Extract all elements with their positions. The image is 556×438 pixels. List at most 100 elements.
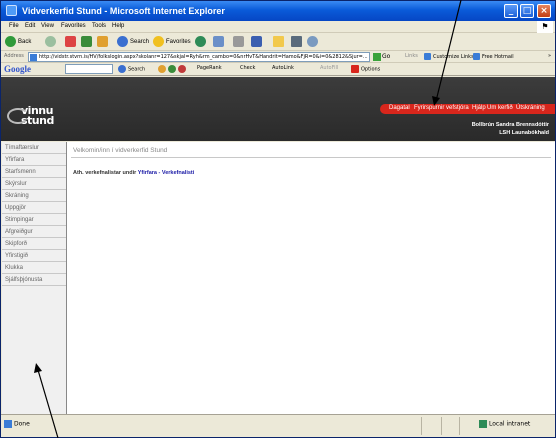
- refresh-icon: [81, 36, 92, 47]
- heading-divider: [71, 157, 551, 158]
- block-icon: [178, 65, 186, 73]
- edit-button[interactable]: [251, 36, 264, 49]
- mail-button[interactable]: [213, 36, 226, 49]
- sidebar-item-clock[interactable]: Klukka: [2, 262, 66, 274]
- page-icon: [30, 54, 37, 61]
- sidebar-item-self-service[interactable]: Sjálfsþjónusta: [2, 274, 66, 286]
- home-icon: [97, 36, 108, 47]
- forward-button[interactable]: [45, 36, 58, 49]
- organization-name: LSH Launabókhald: [499, 130, 549, 136]
- mail-icon: [213, 36, 224, 47]
- research-button[interactable]: [291, 36, 304, 49]
- toolbar-overflow-icon[interactable]: »: [548, 53, 551, 59]
- ie-page-icon: [424, 53, 431, 60]
- logo-swirl-icon: [7, 108, 29, 124]
- menu-tools[interactable]: Tools: [92, 23, 106, 29]
- free-hotmail-link[interactable]: Free Hotmail: [473, 53, 514, 60]
- messenger-button[interactable]: [307, 36, 320, 49]
- history-button[interactable]: [195, 36, 208, 49]
- google-icons[interactable]: [158, 65, 188, 73]
- nav-logout[interactable]: Útskráning: [516, 105, 545, 111]
- sidebar-item-settlement[interactable]: Uppgjör: [2, 202, 66, 214]
- stop-icon: [65, 36, 76, 47]
- browser-window: Vidverkerfid Stund - Microsoft Internet …: [0, 0, 556, 438]
- status-separator: [441, 417, 442, 435]
- google-logo[interactable]: Google: [4, 64, 31, 74]
- google-search-button[interactable]: Search: [118, 65, 145, 73]
- google-search-input[interactable]: [65, 64, 113, 74]
- standard-toolbar: Back Search Favorites: [1, 34, 555, 51]
- menu-favorites[interactable]: Favorites: [61, 23, 86, 29]
- notice-prefix: Ath. verkefnalistar undir: [73, 170, 137, 176]
- address-url: http://vidstr.stvrn.is/HV/folkslogin.asp…: [39, 54, 368, 60]
- autofill-button[interactable]: AutoFill: [320, 65, 338, 71]
- status-bar: Done Local intranet: [1, 414, 555, 437]
- menu-view[interactable]: View: [41, 23, 54, 29]
- folder-icon: [273, 36, 284, 47]
- refresh-button[interactable]: [81, 36, 94, 49]
- star-icon: [153, 36, 164, 47]
- search-icon: [117, 36, 128, 47]
- worklist-link[interactable]: Yfirfara - Verkefnalisti: [138, 170, 195, 176]
- links-label[interactable]: Links: [405, 53, 418, 59]
- minimize-button[interactable]: _: [504, 4, 518, 18]
- welcome-heading: Velkomin/inn í vidverkerfid Stund: [73, 147, 168, 154]
- status-separator: [459, 417, 460, 435]
- sidebar-item-review[interactable]: Yfirfara: [2, 154, 66, 166]
- menu-file[interactable]: File: [9, 23, 19, 29]
- user-info: Bollbrún Sandra Brennsdóttir LSH Launabó…: [472, 121, 549, 137]
- windows-logo-icon: ⚑: [537, 21, 553, 33]
- sidebar: Tímaftærslur Yfirfara Starfsmenn Skýrslu…: [2, 142, 66, 426]
- autolink-button[interactable]: AutoLink: [272, 65, 294, 71]
- check-button[interactable]: Check: [240, 65, 255, 71]
- sidebar-item-registration[interactable]: Skráning: [2, 190, 66, 202]
- google-toolbar: Google Search PageRank Check AutoLink Au…: [1, 63, 555, 76]
- nav-calendar[interactable]: Dagatal: [389, 105, 410, 111]
- stop-button[interactable]: [65, 36, 78, 49]
- sidebar-item-time-entries[interactable]: Tímaftærslur: [2, 142, 66, 154]
- go-button[interactable]: Go: [373, 52, 390, 62]
- search-button[interactable]: Search: [117, 36, 149, 49]
- favorites-button[interactable]: Favorites: [153, 36, 191, 49]
- menu-help[interactable]: Help: [112, 23, 124, 29]
- status-text: Done: [4, 420, 30, 428]
- search-icon: [118, 65, 126, 73]
- top-navigation: Dagatal Fyrirspurnir vefstjóra Hjálp Um …: [380, 104, 555, 114]
- sidebar-item-processing[interactable]: Afgreiðgur: [2, 226, 66, 238]
- main-content: Velkomin/inn í vidverkerfid Stund Ath. v…: [67, 142, 555, 414]
- sidebar-item-schedule[interactable]: Skipforð: [2, 238, 66, 250]
- ie-icon: [6, 5, 17, 16]
- vinnustund-logo[interactable]: vinnu stund: [7, 105, 54, 126]
- pagerank-button[interactable]: PageRank: [197, 65, 222, 71]
- back-button[interactable]: Back: [5, 36, 31, 49]
- options-icon: [351, 65, 359, 73]
- history-icon: [195, 36, 206, 47]
- highlight-icon: [158, 65, 166, 73]
- title-bar: Vidverkerfid Stund - Microsoft Internet …: [1, 1, 555, 21]
- home-button[interactable]: [97, 36, 110, 49]
- address-label: Address: [4, 53, 24, 59]
- sidebar-item-reports[interactable]: Skýrslur: [2, 178, 66, 190]
- menu-bar: File Edit View Favorites Tools Help ⚑: [1, 21, 555, 33]
- address-bar: Address http://vidstr.stvrn.is/HV/folksl…: [1, 51, 555, 63]
- options-button[interactable]: Options: [351, 65, 380, 73]
- customize-links-link[interactable]: Customize Links: [424, 53, 474, 60]
- back-arrow-icon: [5, 36, 16, 47]
- notice-text: Ath. verkefnalistar undir Yfirfara - Ver…: [73, 170, 194, 176]
- forward-arrow-icon: [45, 36, 56, 47]
- security-zone: Local intranet: [479, 420, 530, 428]
- sidebar-item-stamps[interactable]: Stimpingar: [2, 214, 66, 226]
- address-input[interactable]: http://vidstr.stvrn.is/HV/folkslogin.asp…: [28, 52, 370, 62]
- sidebar-item-employees[interactable]: Starfsmenn: [2, 166, 66, 178]
- nav-about[interactable]: Um kerfið: [487, 105, 513, 111]
- sidebar-item-overview[interactable]: Yfirstigið: [2, 250, 66, 262]
- print-button[interactable]: [233, 36, 246, 49]
- close-button[interactable]: ×: [537, 4, 551, 18]
- word-icon: [251, 36, 262, 47]
- messenger-icon: [307, 36, 318, 47]
- nav-webmaster-questions[interactable]: Fyrirspurnir vefstjóra: [414, 105, 469, 111]
- menu-edit[interactable]: Edit: [25, 23, 35, 29]
- maximize-button[interactable]: □: [520, 4, 534, 18]
- nav-help[interactable]: Hjálp: [472, 105, 486, 111]
- folder-button[interactable]: [273, 36, 286, 49]
